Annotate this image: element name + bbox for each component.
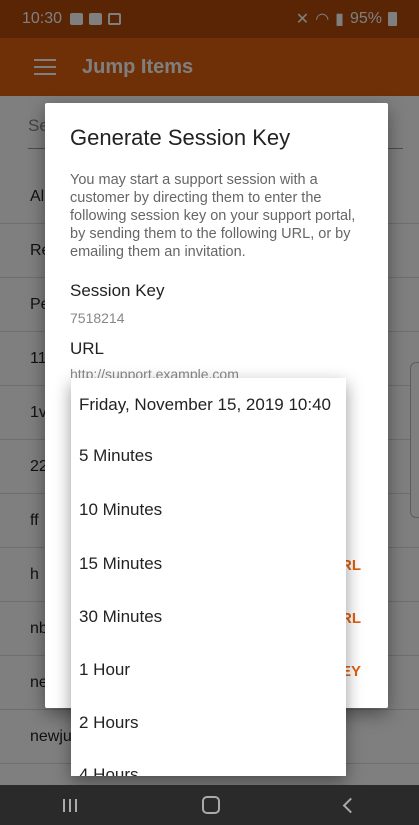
url-label: URL (70, 339, 105, 358)
dialog-title: Generate Session Key (70, 125, 291, 150)
dropdown-option[interactable]: 1 Hour (79, 660, 130, 680)
dropdown-option[interactable]: 30 Minutes (79, 607, 162, 627)
dropdown-option[interactable]: Friday, November 15, 2019 10:40 (79, 395, 331, 415)
session-key-label: Session Key (70, 281, 165, 300)
expiration-dropdown-menu: Friday, November 15, 2019 10:40 5 Minute… (71, 378, 346, 776)
dropdown-option[interactable]: 5 Minutes (79, 446, 153, 466)
system-nav-bar (0, 785, 419, 825)
dropdown-option[interactable]: 10 Minutes (79, 500, 162, 520)
home-icon[interactable] (201, 796, 220, 814)
recent-apps-icon[interactable] (62, 798, 77, 812)
dialog-description: You may start a support session with a c… (70, 172, 356, 260)
dropdown-option[interactable]: 4 Hours (79, 765, 139, 776)
session-key-value: 7518214 (70, 310, 125, 326)
back-icon[interactable] (343, 797, 359, 813)
dropdown-option[interactable]: 15 Minutes (79, 554, 162, 574)
dropdown-option[interactable]: 2 Hours (79, 713, 139, 733)
